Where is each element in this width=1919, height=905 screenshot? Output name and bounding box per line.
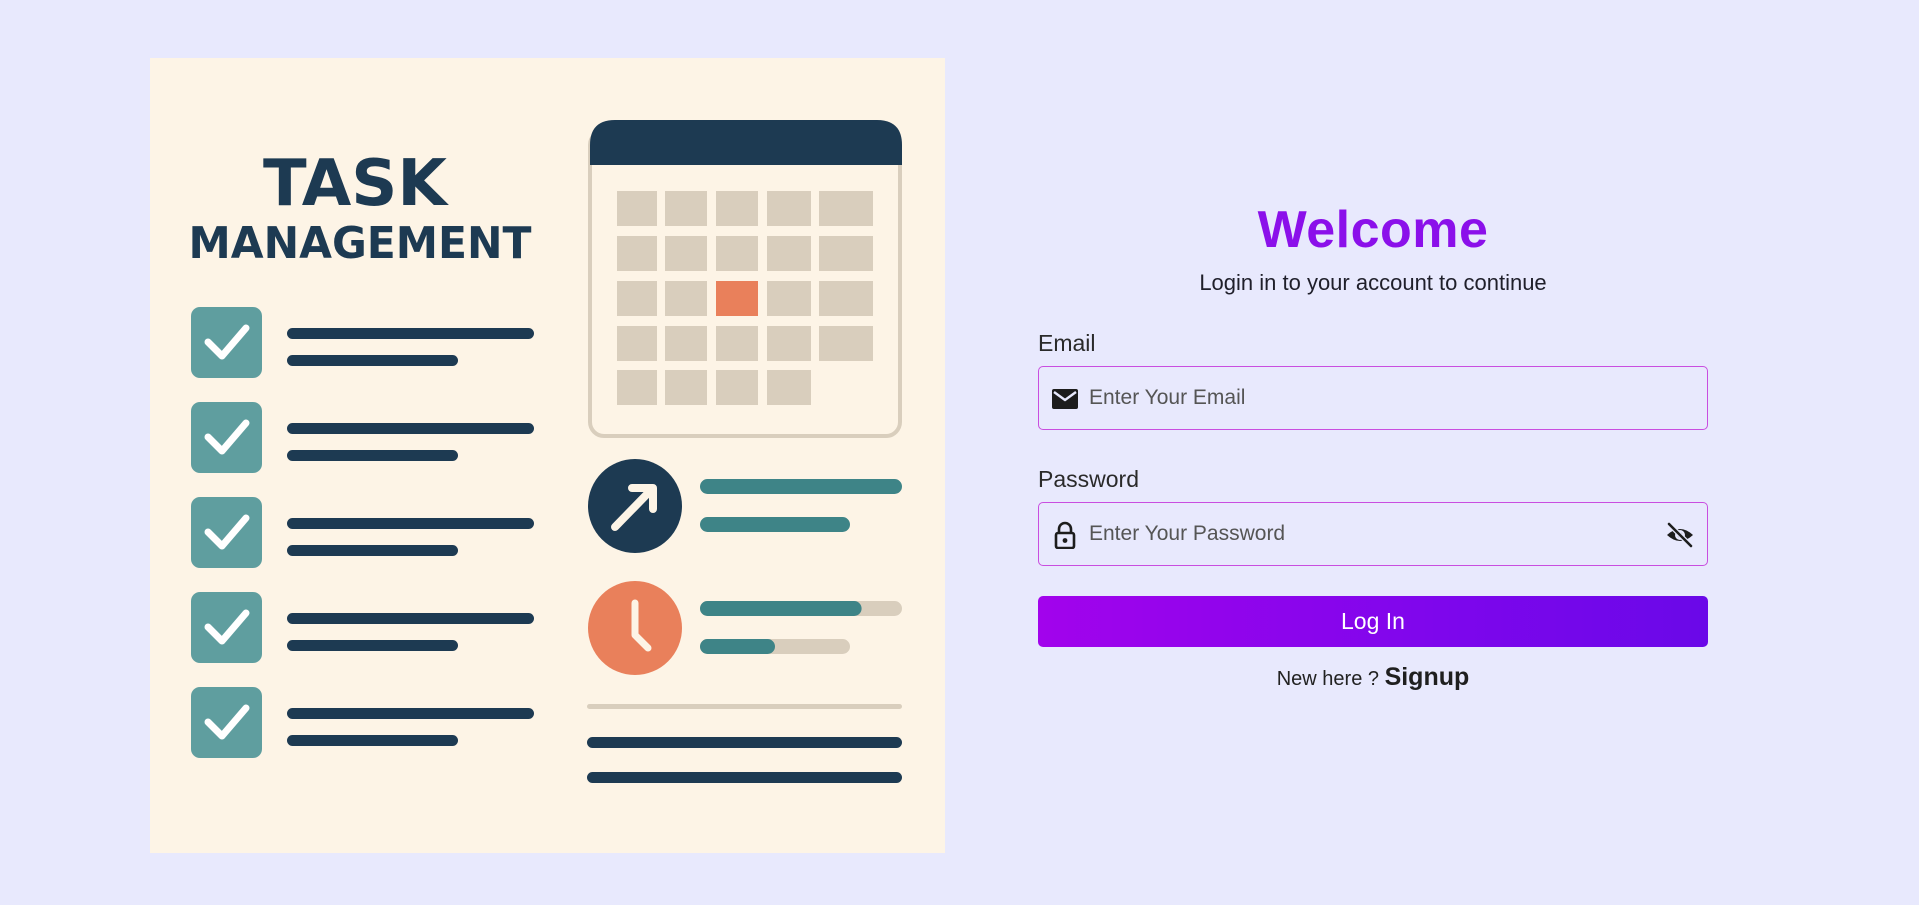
password-input-box (1038, 502, 1708, 566)
signup-row: New here ? Signup (1038, 663, 1708, 692)
checklist-item (191, 402, 534, 473)
progress-fill-1 (700, 601, 862, 616)
illustration-title-line2: MANAGEMENT (189, 218, 532, 269)
lock-icon (1051, 521, 1079, 549)
checkbox-checked-icon (191, 402, 262, 473)
login-subtitle: Login in to your account to continue (1199, 270, 1547, 295)
checklist-item (191, 687, 534, 758)
login-form: Welcome Login in to your account to cont… (1038, 200, 1708, 692)
checkbox-checked-icon (191, 592, 262, 663)
welcome-title: Welcome (1257, 201, 1489, 259)
password-input[interactable] (1089, 503, 1649, 565)
checklist-item (191, 592, 534, 663)
illustration-title-line1: TASK (263, 147, 449, 221)
checklist (191, 307, 534, 758)
signup-link[interactable]: Signup (1385, 663, 1470, 691)
signup-prompt: New here ? (1276, 668, 1379, 690)
login-button[interactable]: Log In (1038, 596, 1708, 647)
eye-off-icon[interactable] (1665, 521, 1695, 549)
checkbox-checked-icon (191, 307, 262, 378)
calendar-highlight-day (716, 281, 758, 316)
divider (587, 704, 902, 709)
checklist-item (191, 497, 534, 568)
email-label: Email (1038, 330, 1096, 356)
password-label: Password (1038, 466, 1139, 492)
checklist-item (191, 307, 534, 378)
checkbox-checked-icon (191, 687, 262, 758)
checkbox-checked-icon (191, 497, 262, 568)
illustration-svg: TASK MANAGEMENT (189, 120, 902, 783)
login-page: TASK MANAGEMENT Welcome Login in to your… (0, 0, 1919, 905)
growth-row (588, 459, 902, 553)
email-input-box (1038, 366, 1708, 430)
deadline-row (588, 581, 902, 675)
envelope-icon (1051, 386, 1079, 412)
email-input[interactable] (1089, 367, 1649, 429)
task-management-illustration: TASK MANAGEMENT (150, 58, 945, 853)
progress-fill-2 (700, 639, 775, 654)
calendar-icon (588, 120, 902, 438)
